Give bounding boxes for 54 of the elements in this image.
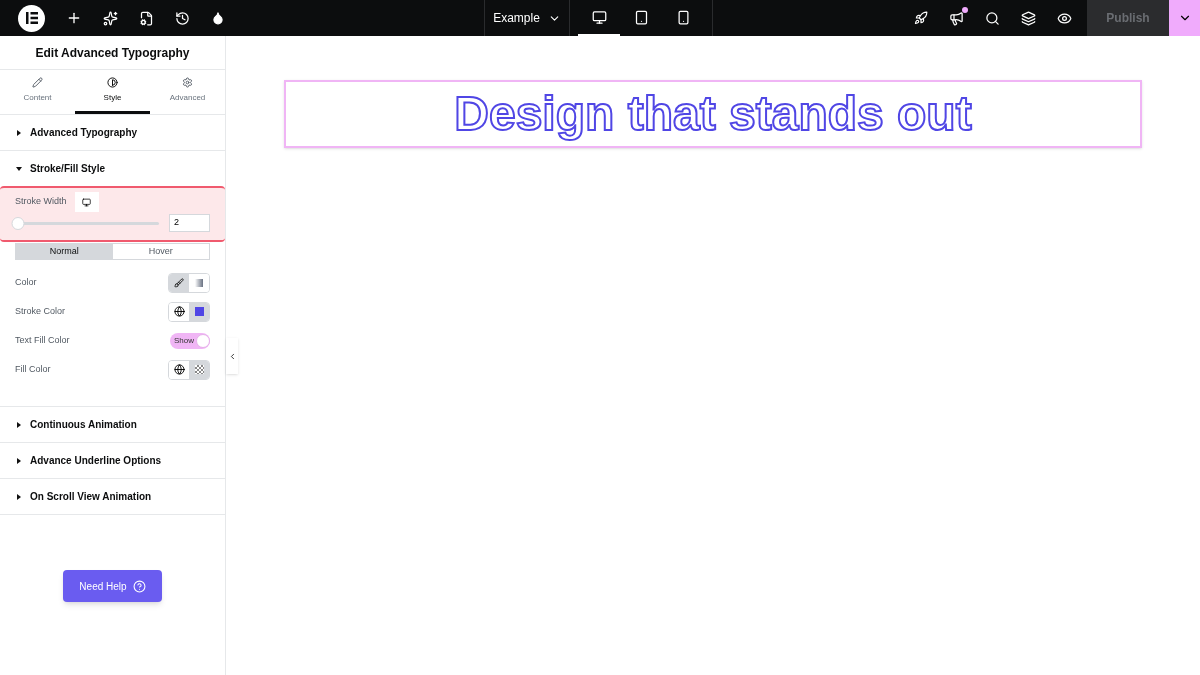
desktop-icon xyxy=(591,9,607,25)
section-title: Continuous Animation xyxy=(30,418,137,432)
section-header[interactable]: Advance Underline Options xyxy=(0,443,225,478)
globe-icon xyxy=(173,306,185,317)
panel-tab[interactable]: Advanced xyxy=(150,70,225,114)
logo-icon[interactable] xyxy=(18,4,45,32)
control-label: Fill Color xyxy=(15,362,51,376)
need-help-button[interactable]: Need Help xyxy=(63,570,162,602)
section-title: On Scroll View Animation xyxy=(30,490,152,504)
control-label: Stroke Width xyxy=(15,195,67,209)
transparent-pattern-icon xyxy=(194,365,204,374)
preview-icon[interactable] xyxy=(1057,10,1072,26)
section-title: Stroke/Fill Style xyxy=(30,162,106,176)
page-settings-icon[interactable] xyxy=(139,10,154,26)
color-swatch-button[interactable] xyxy=(189,360,209,379)
gear-icon xyxy=(182,77,193,88)
pencil-icon xyxy=(32,77,43,88)
color-swatch-button[interactable] xyxy=(189,302,209,321)
globe-icon xyxy=(173,364,185,375)
add-icon[interactable] xyxy=(66,10,82,26)
sparkle-icon[interactable] xyxy=(103,10,118,26)
control-label: Text Fill Color xyxy=(15,333,70,347)
page-name[interactable]: Example xyxy=(493,9,540,27)
tablet-icon xyxy=(633,9,649,25)
rocket-icon[interactable] xyxy=(914,11,928,25)
section-header[interactable]: Stroke/Fill Style xyxy=(0,151,225,186)
gradient-icon xyxy=(195,278,203,287)
panel-tab[interactable]: Content xyxy=(0,70,75,114)
mobile-icon xyxy=(675,9,691,25)
number-input[interactable]: 2 xyxy=(169,214,210,232)
toggle-switch[interactable]: Show xyxy=(170,332,210,349)
control-label: Stroke Color xyxy=(15,304,66,318)
section-header[interactable]: On Scroll View Animation xyxy=(0,479,225,514)
contrast-icon xyxy=(107,77,118,88)
section-header[interactable]: Continuous Animation xyxy=(0,407,225,442)
panel-title: Edit Advanced Typography xyxy=(35,44,190,62)
layers-icon[interactable] xyxy=(1021,10,1036,26)
section-header[interactable]: Advanced Typography xyxy=(0,115,225,150)
slider-thumb[interactable] xyxy=(11,216,25,230)
droplet-icon[interactable] xyxy=(211,11,225,25)
state-tab[interactable]: Normal xyxy=(16,244,113,259)
section-title: Advanced Typography xyxy=(30,126,138,140)
heading-widget[interactable]: Design that stands out xyxy=(284,80,1142,148)
section-title: Advance Underline Options xyxy=(30,454,162,468)
responsive-button[interactable] xyxy=(74,192,99,212)
toggle-knob xyxy=(196,333,210,348)
classic-color-button[interactable] xyxy=(169,273,189,292)
control-label: Color xyxy=(15,275,37,289)
desktop-icon xyxy=(82,197,92,207)
search-icon[interactable] xyxy=(985,10,1000,26)
help-icon xyxy=(132,579,146,593)
history-icon[interactable] xyxy=(175,10,190,26)
brush-icon xyxy=(174,277,184,288)
panel-tab[interactable]: Style xyxy=(75,70,150,114)
